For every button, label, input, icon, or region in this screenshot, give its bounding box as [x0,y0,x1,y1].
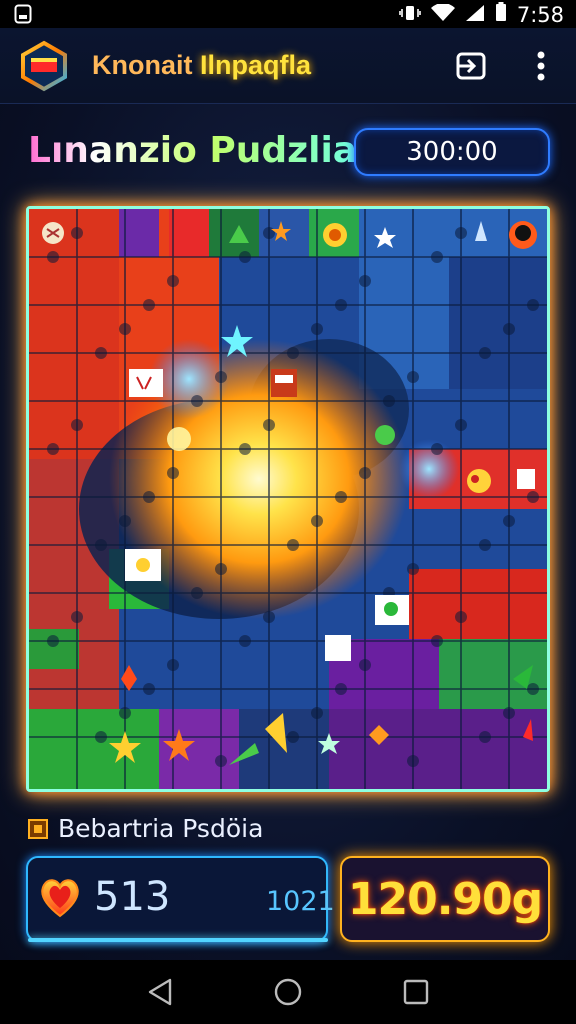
app-title: Knonait Ilnpaqfla [92,50,311,81]
status-bar: 7:58 [0,0,576,28]
level-row: Bebartria Psdöia [28,814,263,843]
vibrate-icon [399,3,421,27]
wifi-icon [430,2,455,27]
level-label: Bebartria Psdöia [58,814,264,843]
score-panel: 513 1021 [26,856,335,942]
app-title-part1: Knonait [92,50,193,80]
coin-panel[interactable]: 120.90g [340,856,550,942]
notification-icon [14,4,32,29]
puzzle-board[interactable] [26,206,550,792]
game-screen: Lınanzio Pudzlia 300:00 Bebartria Psdöia… [0,104,576,960]
heart-icon [38,876,82,918]
back-triangle-icon[interactable] [144,976,176,1008]
recent-square-icon[interactable] [400,976,432,1008]
battery-icon [495,2,507,27]
status-time: 7:58 [516,2,564,27]
navigation-bar [0,960,576,1024]
exit-door-icon[interactable] [454,50,490,82]
coin-count: 120.90g [347,873,543,925]
hexagon-logo-icon [18,40,70,92]
moves-count: 1021 [266,886,335,917]
progress-bar [28,938,328,942]
home-circle-icon[interactable] [272,976,304,1008]
lives-count: 513 [94,874,171,920]
signal-icon [465,3,485,27]
app-bar: Knonait Ilnpaqfla [0,28,576,104]
app-title-part2: Ilnpaqfla [200,50,312,80]
timer: 300:00 [354,128,550,176]
puzzle-title: Lınanzio Pudzlia [28,130,358,171]
more-vertical-icon[interactable] [526,50,556,82]
puzzle-board-canvas[interactable] [29,209,547,789]
level-badge-icon [28,818,48,839]
